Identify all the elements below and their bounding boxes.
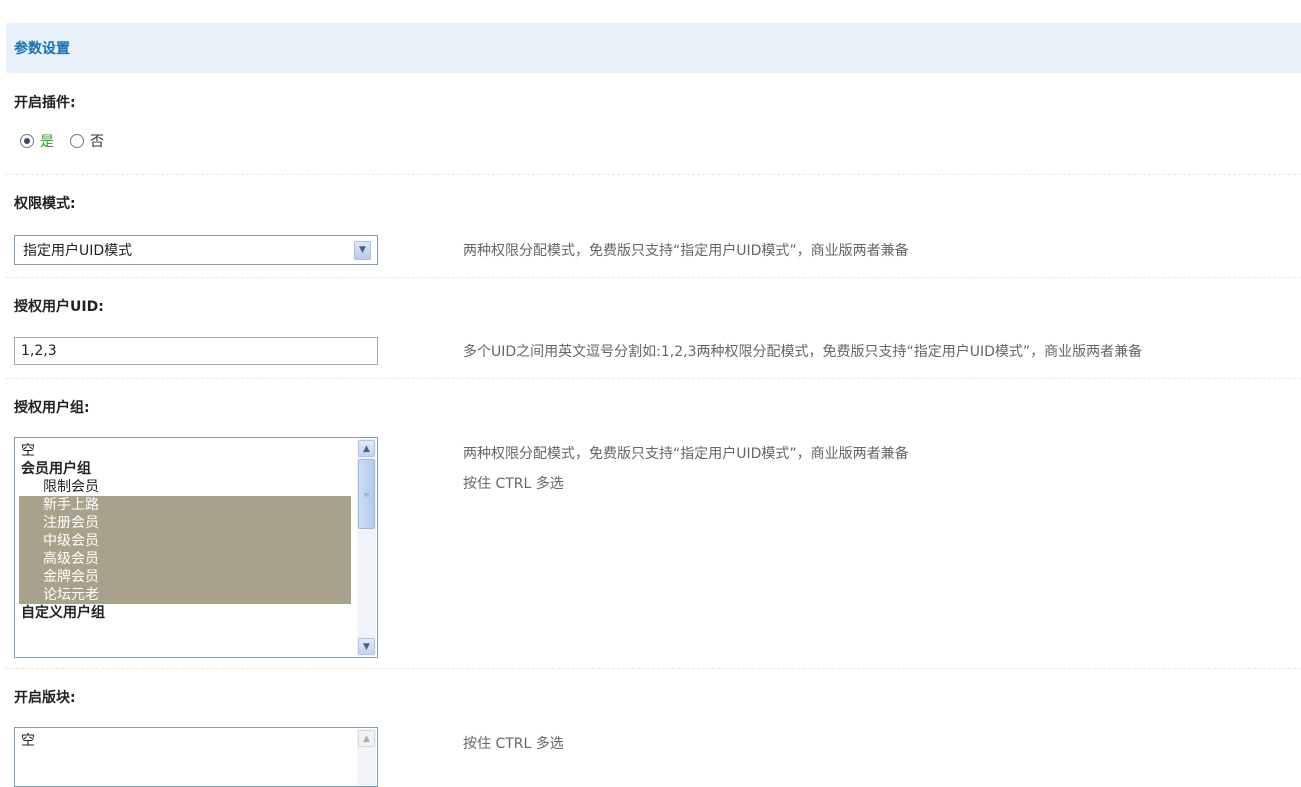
chevron-down-icon[interactable]: ▼	[358, 638, 375, 655]
scrollbar-thumb[interactable]: ≡	[358, 459, 375, 529]
list-option[interactable]: 注册会员	[19, 514, 351, 532]
enable-forums-hint: 按住 CTRL 多选	[463, 736, 564, 752]
authorized-uid-input[interactable]	[14, 337, 378, 365]
enable-plugin-radio-group: 是 否	[20, 131, 120, 151]
list-option[interactable]: 中级会员	[19, 532, 351, 550]
chevron-up-icon[interactable]: ▲	[358, 440, 375, 457]
chevron-up-icon[interactable]: ▲	[358, 730, 375, 747]
scrollbar[interactable]: ▲	[357, 729, 376, 785]
enable-forums-label: 开启版块:	[14, 690, 76, 706]
divider	[6, 668, 1301, 669]
permission-mode-selected: 指定用户UID模式	[23, 243, 133, 259]
authorized-groups-options: 空会员用户组 限制会员 新手上路 注册会员 中级会员 高级会员 金牌会员 论坛元老 自定义用户组	[19, 442, 351, 622]
list-option[interactable]: 金牌会员	[19, 568, 351, 586]
header-title: 参数设置	[14, 41, 70, 57]
radio-no[interactable]	[70, 134, 84, 148]
list-option[interactable]: 论坛元老	[19, 586, 351, 604]
list-option[interactable]: 限制会员	[19, 478, 351, 496]
enable-forums-options: 空	[19, 732, 351, 750]
authorized-uid-hint: 多个UID之间用英文逗号分割如:1,2,3两种权限分配模式，免费版只支持“指定用…	[463, 344, 1143, 360]
multi-select-hint: 按住 CTRL 多选	[463, 476, 564, 492]
scrollbar[interactable]: ▲ ≡ ▼	[357, 439, 376, 656]
authorized-groups-listbox[interactable]: 空会员用户组 限制会员 新手上路 注册会员 中级会员 高级会员 金牌会员 论坛元老 自定义用户组…	[14, 437, 378, 658]
chevron-down-icon[interactable]: ▼	[354, 240, 371, 260]
permission-mode-label: 权限模式:	[14, 196, 76, 212]
radio-yes[interactable]	[20, 134, 34, 148]
list-option[interactable]: 空	[19, 442, 351, 460]
list-option[interactable]: 高级会员	[19, 550, 351, 568]
permission-mode-hint: 两种权限分配模式，免费版只支持“指定用户UID模式”，商业版两者兼备	[463, 243, 909, 259]
authorized-uid-label: 授权用户UID:	[14, 299, 104, 315]
divider	[6, 277, 1301, 278]
radio-yes-label[interactable]: 是	[40, 131, 54, 151]
radio-no-label[interactable]: 否	[90, 131, 104, 151]
authorized-groups-label: 授权用户组:	[14, 400, 90, 416]
list-option[interactable]: 会员用户组	[19, 460, 351, 478]
list-option[interactable]: 自定义用户组	[19, 604, 351, 622]
list-option[interactable]: 新手上路	[19, 496, 351, 514]
enable-forums-listbox[interactable]: 空 ▲	[14, 727, 378, 787]
permission-mode-select[interactable]: 指定用户UID模式 ▼	[14, 235, 378, 265]
divider	[6, 174, 1301, 175]
settings-header: 参数设置	[6, 23, 1301, 73]
divider	[6, 378, 1301, 379]
authorized-groups-hint: 两种权限分配模式，免费版只支持“指定用户UID模式”，商业版两者兼备	[463, 446, 909, 462]
list-option[interactable]: 空	[19, 732, 351, 750]
enable-plugin-label: 开启插件:	[14, 95, 76, 111]
